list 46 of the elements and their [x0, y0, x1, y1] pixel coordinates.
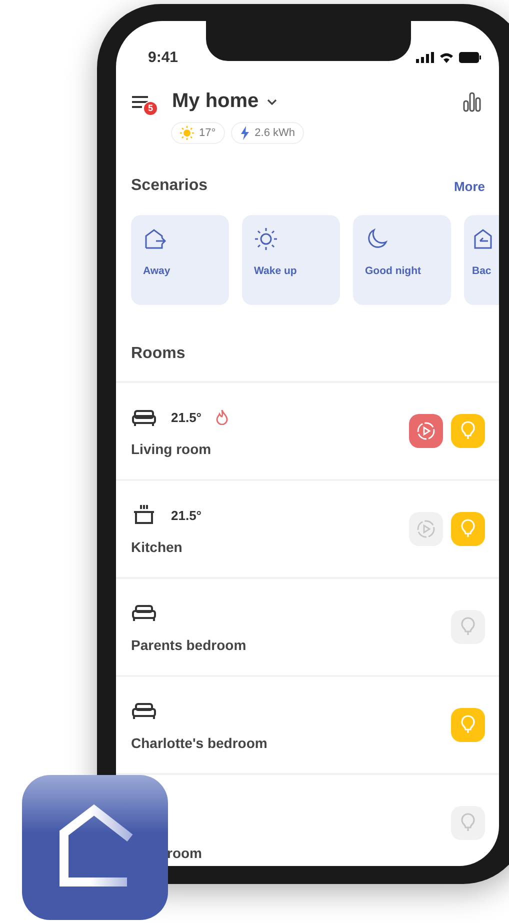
- media-toggle[interactable]: [409, 414, 443, 448]
- room-name: room: [167, 845, 203, 861]
- status-time: 9:41: [148, 48, 178, 66]
- moon-icon: [365, 227, 389, 251]
- light-toggle[interactable]: [451, 806, 485, 840]
- weather-chip: 17°: [171, 122, 225, 144]
- section-title: Scenarios: [131, 177, 208, 195]
- light-bulb-icon: [460, 617, 476, 637]
- caret-icon: [266, 98, 277, 104]
- light-toggle[interactable]: [451, 708, 485, 742]
- lightning-icon: [240, 126, 250, 140]
- section-title: Rooms: [131, 345, 186, 363]
- more-link[interactable]: More: [454, 178, 485, 194]
- room-name: Living room: [131, 441, 212, 457]
- room-temperature: 21.5°: [171, 410, 202, 424]
- energy-chip: 2.6 kWh: [230, 122, 304, 144]
- media-toggle[interactable]: [409, 512, 443, 546]
- statistics-icon[interactable]: [463, 92, 481, 112]
- room-name: Kitchen: [131, 539, 184, 555]
- scenario-card[interactable]: Good night: [353, 215, 451, 305]
- play-circle-icon: [416, 421, 436, 441]
- scenario-card[interactable]: Away: [131, 215, 229, 305]
- room-name: Parents bedroom: [131, 637, 248, 653]
- light-toggle[interactable]: [451, 512, 485, 546]
- light-bulb-icon: [460, 813, 476, 833]
- light-toggle[interactable]: [451, 414, 485, 448]
- play-circle-icon: [416, 519, 436, 539]
- house-exit-icon: [143, 227, 167, 251]
- sun-icon: [254, 227, 278, 251]
- light-bulb-icon: [460, 421, 476, 441]
- light-toggle[interactable]: [451, 610, 485, 644]
- home-selector[interactable]: My home: [172, 90, 277, 113]
- sun-icon: [180, 126, 194, 140]
- light-bulb-icon: [460, 715, 476, 735]
- wifi-icon: [439, 52, 454, 62]
- room-temperature: 21.5°: [171, 508, 202, 522]
- room-name: Charlotte's bedroom: [131, 735, 268, 751]
- scenario-card[interactable]: Wake up: [242, 215, 340, 305]
- battery-icon: [459, 52, 481, 62]
- house-app-icon: [22, 775, 168, 920]
- light-bulb-icon: [460, 519, 476, 539]
- signal-icon: [416, 52, 434, 62]
- scenario-card[interactable]: Bac: [464, 215, 499, 305]
- pot-icon: [131, 503, 157, 527]
- menu-icon: [132, 94, 150, 108]
- notification-badge: 5: [143, 100, 158, 116]
